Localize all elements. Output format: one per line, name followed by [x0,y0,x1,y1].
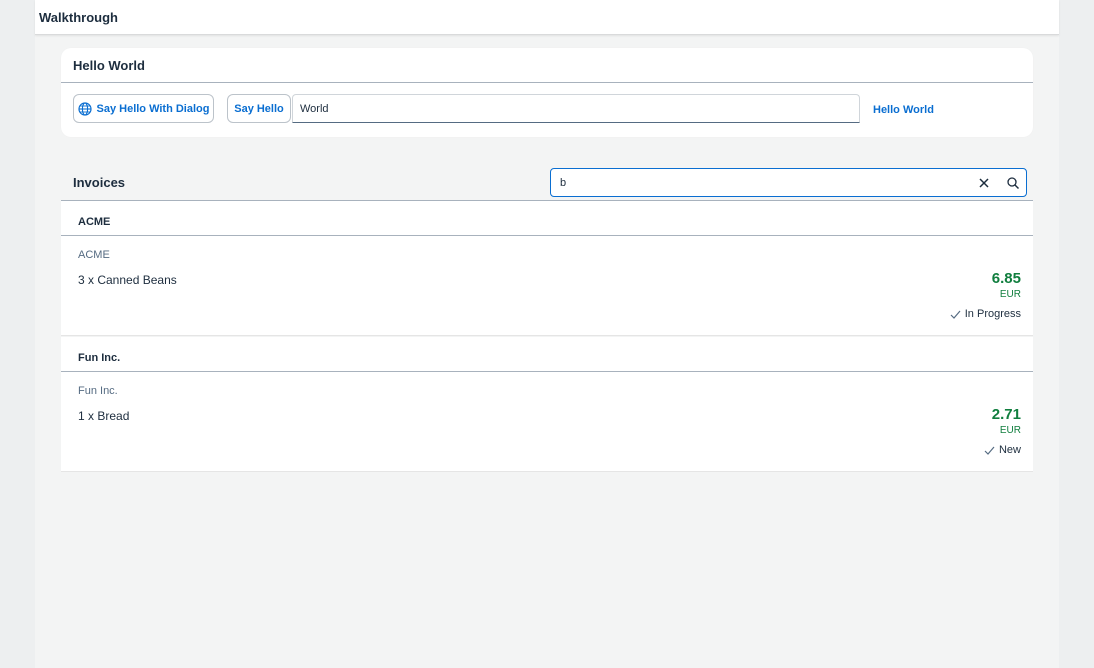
close-icon[interactable] [977,176,991,190]
invoices-toolbar: Invoices [61,164,1033,201]
checkmark-icon [950,310,961,319]
item-currency: EUR [999,289,1021,300]
item-currency: EUR [999,425,1021,436]
say-hello-button[interactable]: Say Hello [227,94,291,123]
item-title: 3 x Canned Beans [78,273,177,287]
item-intro: ACME [78,249,110,261]
page: Walkthrough Hello World Say Hello With D… [35,0,1059,668]
item-status-text: New [998,444,1021,456]
hello-panel: Hello World Say Hello With Dialog Say He… [61,48,1033,137]
checkmark-icon [984,446,995,455]
group-header-fun-inc: Fun Inc. [61,337,1033,372]
item-title: 1 x Bread [78,409,130,423]
invoices-title: Invoices [73,175,126,190]
shell-bar: Walkthrough [35,0,1059,35]
search-icon[interactable] [1006,176,1020,190]
app-title: Walkthrough [39,10,118,25]
list-item[interactable]: ACME 3 x Canned Beans 6.85 EUR In Progre… [61,236,1033,336]
name-input[interactable] [292,94,860,123]
list-item[interactable]: Fun Inc. 1 x Bread 2.71 EUR New [61,372,1033,472]
group-header-acme: ACME [61,201,1033,236]
say-hello-label: Say Hello [234,102,284,115]
item-price: 2.71 [991,406,1021,423]
item-price: 6.85 [991,270,1021,287]
item-status: New [984,444,1021,456]
search-input[interactable] [553,171,963,194]
say-hello-dialog-label: Say Hello With Dialog [96,102,210,115]
say-hello-dialog-button[interactable]: Say Hello With Dialog [73,94,214,123]
hello-panel-title: Hello World [61,48,1033,83]
item-intro: Fun Inc. [78,385,118,397]
item-status: In Progress [950,308,1021,320]
item-status-text: In Progress [964,308,1021,320]
globe-icon [77,101,92,116]
hello-result-text: Hello World [873,104,934,116]
invoice-search-field[interactable] [550,168,1027,197]
